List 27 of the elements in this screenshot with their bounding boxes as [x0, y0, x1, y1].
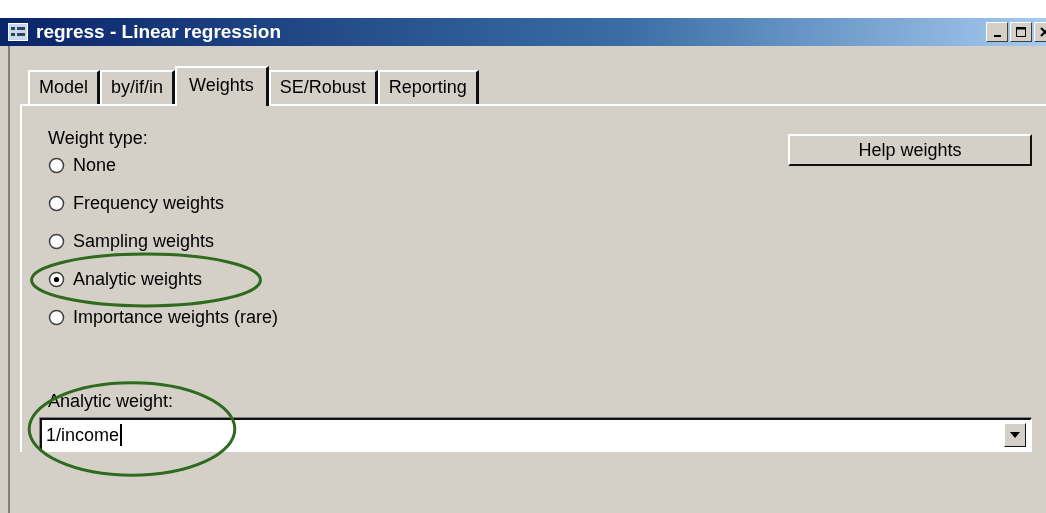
- radio-label: Sampling weights: [73, 230, 215, 252]
- dropdown-button[interactable]: [1004, 423, 1026, 447]
- tab[interactable]: SE/Robust: [268, 70, 378, 104]
- minimize-icon: [993, 35, 1001, 37]
- radio-label: Analytic weights: [73, 268, 203, 290]
- help-button[interactable]: Help weights: [788, 134, 1032, 166]
- window-title: regress - Linear regression: [36, 21, 282, 43]
- radio-label: None: [73, 154, 117, 176]
- tab[interactable]: by/if/in: [100, 70, 176, 104]
- minimize-button[interactable]: [986, 22, 1008, 42]
- maximize-icon: [1015, 26, 1027, 38]
- tab[interactable]: Model: [28, 70, 101, 104]
- combo-field[interactable]: 1/income: [40, 418, 1032, 452]
- tab[interactable]: Weights: [175, 66, 269, 106]
- section-label: Weight type:: [48, 128, 149, 149]
- app-icon: [8, 23, 28, 41]
- radio-label: Importance weights (rare): [73, 306, 279, 328]
- radio-button[interactable]: [48, 194, 65, 212]
- radio-button[interactable]: [48, 308, 65, 326]
- radio-button[interactable]: [48, 270, 65, 288]
- radio-button[interactable]: [48, 232, 65, 250]
- caret-icon: [1010, 432, 1020, 438]
- tab[interactable]: Reporting: [377, 70, 479, 104]
- radio-button[interactable]: [48, 156, 65, 174]
- maximize-button[interactable]: [1010, 22, 1032, 42]
- radio-label: Frequency weights: [73, 192, 225, 214]
- field-label: Analytic weight:: [48, 391, 175, 412]
